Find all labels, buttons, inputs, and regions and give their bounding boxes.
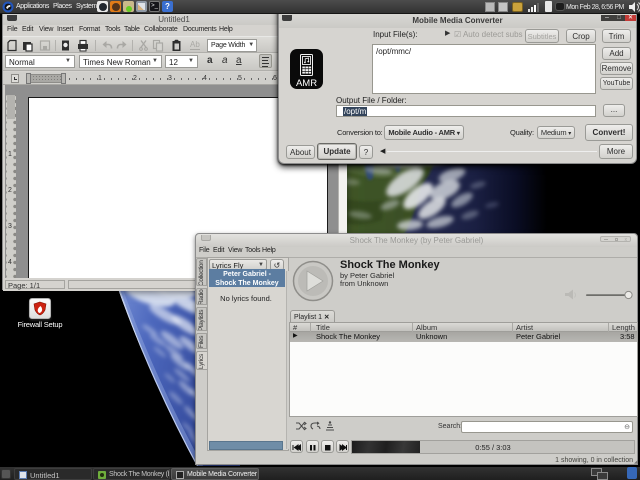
svg-text:AMR: AMR	[296, 78, 317, 89]
